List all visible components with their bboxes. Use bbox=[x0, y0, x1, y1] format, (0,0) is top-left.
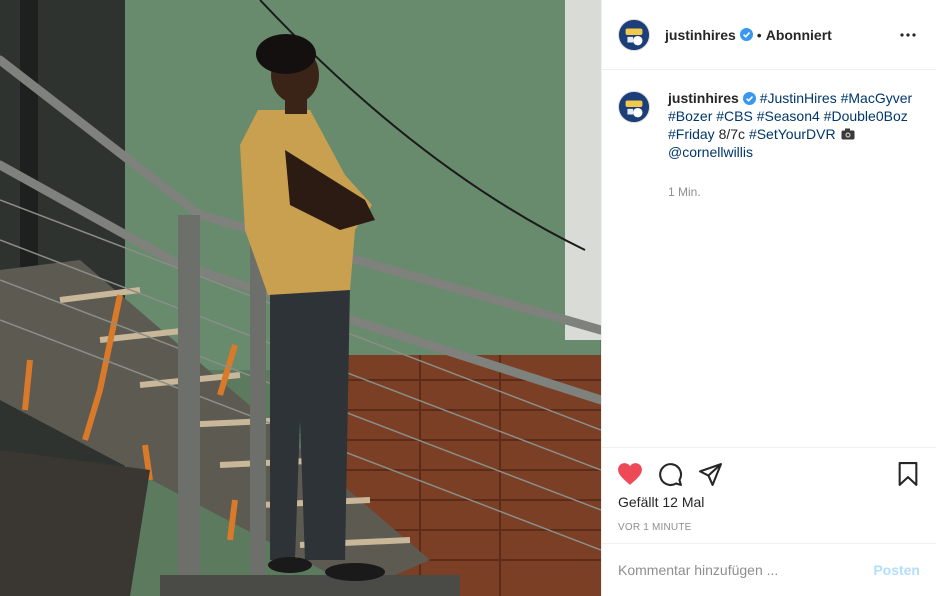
caption-username[interactable]: justinhires bbox=[668, 90, 739, 106]
hashtag-link[interactable]: #Double0Boz bbox=[824, 108, 908, 124]
post-side-panel: justinhires • Abonniert justinhires #Jus… bbox=[601, 0, 936, 596]
hashtag-link[interactable]: #SetYourDVR bbox=[749, 126, 836, 142]
hashtag-link[interactable]: #CBS bbox=[716, 108, 753, 124]
caption-avatar[interactable] bbox=[618, 91, 650, 123]
caption-plain-text: 8/7c bbox=[718, 126, 746, 142]
heart-filled-icon[interactable] bbox=[610, 454, 650, 494]
caption-text: justinhires #JustinHires #MacGyver #Boze… bbox=[668, 89, 918, 161]
caption-relative-time: 1 Min. bbox=[668, 185, 701, 199]
hashtag-link[interactable]: #JustinHires bbox=[760, 90, 837, 106]
hashtag-link[interactable]: #Season4 bbox=[757, 108, 820, 124]
hashtag-link[interactable]: #MacGyver bbox=[841, 90, 913, 106]
action-bar bbox=[602, 448, 936, 500]
header-username[interactable]: justinhires bbox=[665, 27, 736, 43]
follow-state-button[interactable]: Abonniert bbox=[766, 27, 832, 43]
camera-emoji-icon bbox=[841, 126, 855, 140]
more-horizontal-icon[interactable] bbox=[896, 23, 920, 47]
comment-bubble-icon[interactable] bbox=[650, 454, 690, 494]
hashtag-link[interactable]: #Friday bbox=[668, 126, 715, 142]
verified-badge-icon bbox=[742, 91, 756, 105]
post-comment-button[interactable]: Posten bbox=[873, 562, 920, 578]
post-photo[interactable] bbox=[0, 0, 601, 596]
separator-dot: • bbox=[756, 26, 762, 43]
likes-count[interactable]: Gefällt 12 Mal bbox=[602, 494, 936, 510]
actions-block: Gefällt 12 Mal VOR 1 MINUTE bbox=[602, 447, 936, 543]
caption: justinhires #JustinHires #MacGyver #Boze… bbox=[668, 89, 918, 429]
post-timestamp: VOR 1 MINUTE bbox=[618, 522, 692, 533]
caption-area: justinhires #JustinHires #MacGyver #Boze… bbox=[602, 71, 936, 447]
bookmark-icon[interactable] bbox=[888, 454, 928, 494]
avatar[interactable] bbox=[618, 18, 650, 51]
paper-plane-icon[interactable] bbox=[690, 454, 730, 494]
verified-badge-icon bbox=[739, 28, 753, 41]
mention-link[interactable]: @cornellwillis bbox=[668, 144, 753, 160]
comment-input[interactable] bbox=[618, 562, 874, 578]
hashtag-link[interactable]: #Bozer bbox=[668, 108, 712, 124]
post-header: justinhires • Abonniert bbox=[602, 0, 936, 70]
comment-box: Posten bbox=[602, 543, 936, 596]
